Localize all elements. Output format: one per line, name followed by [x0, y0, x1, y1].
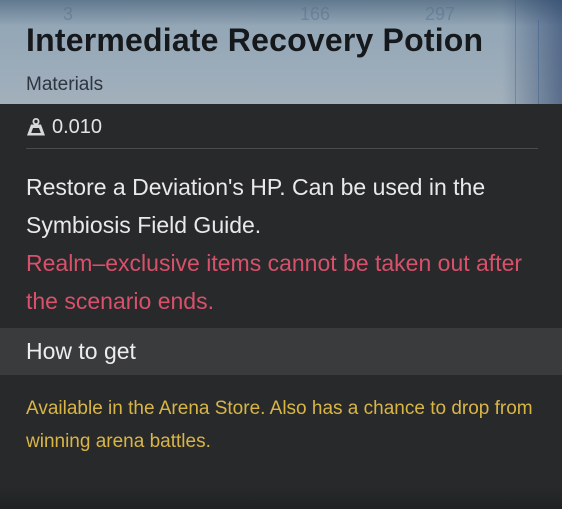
acquisition-source: Available in the Arena Store. Also has a… — [26, 398, 533, 452]
item-category: Materials — [26, 74, 104, 95]
weight-row: 0.010 — [26, 114, 102, 140]
weight-value: 0.010 — [52, 115, 103, 138]
realm-exclusive-warning: Realm–exclusive items cannot be taken ou… — [26, 250, 523, 314]
weight-icon — [26, 117, 46, 137]
item-tooltip: 3 166 297 Intermediate Recovery Potion M… — [0, 0, 562, 509]
footer-shade — [0, 485, 562, 509]
how-to-get-title: How to get — [26, 338, 136, 364]
background-line — [515, 0, 516, 104]
tooltip-header: 3 166 297 Intermediate Recovery Potion M… — [0, 0, 562, 104]
background-line — [538, 20, 539, 104]
item-title: Intermediate Recovery Potion — [26, 22, 484, 58]
divider — [26, 148, 538, 149]
item-description: Restore a Deviation's HP. Can be used in… — [26, 174, 486, 238]
